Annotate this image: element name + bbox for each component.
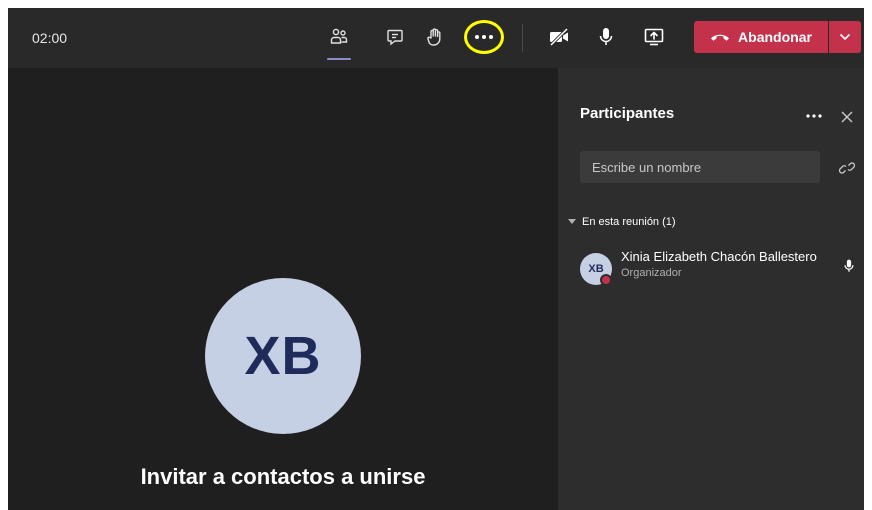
leave-options-button[interactable] <box>829 21 861 53</box>
chat-icon <box>387 29 403 46</box>
meeting-timer: 02:00 <box>32 30 68 46</box>
microphone-toggle-button[interactable] <box>589 20 623 54</box>
microphone-icon <box>844 259 854 272</box>
panel-title: Participantes <box>580 105 675 122</box>
camera-toggle-button[interactable] <box>542 20 576 54</box>
meeting-stage: XB Invitar a contactos a unirse <box>8 68 558 510</box>
participant-name: Xinia Elizabeth Chacón Ballestero <box>621 249 817 264</box>
more-icon <box>806 114 822 118</box>
phone-hangup-icon <box>711 34 730 41</box>
people-icon <box>330 28 348 44</box>
share-invite-link-button[interactable] <box>836 157 858 179</box>
chevron-down-icon <box>839 33 851 41</box>
share-screen-icon <box>644 28 664 46</box>
camera-off-icon <box>549 28 569 46</box>
toolbar-divider <box>522 24 523 52</box>
invite-contacts-text: Invitar a contactos a unirse <box>140 464 426 489</box>
teams-meeting-window: 02:00 Abandonar XB Invitar a contactos a… <box>8 8 864 510</box>
microphone-icon <box>599 28 613 45</box>
caret-down-icon <box>568 219 576 224</box>
active-tab-indicator <box>327 58 351 60</box>
more-icon <box>475 35 493 39</box>
raise-hand-button[interactable] <box>418 20 452 54</box>
close-icon <box>841 111 853 123</box>
more-actions-button[interactable] <box>467 20 501 54</box>
leave-label: Abandonar <box>738 29 812 45</box>
meeting-toolbar: 02:00 Abandonar <box>8 8 864 68</box>
link-icon <box>839 162 855 174</box>
in-meeting-section-toggle[interactable]: En esta reunión (1) <box>568 216 676 228</box>
raise-hand-icon <box>427 28 441 46</box>
leave-meeting-button[interactable]: Abandonar <box>694 21 828 53</box>
chat-button[interactable] <box>378 20 412 54</box>
participant-search-input[interactable] <box>580 151 820 183</box>
participant-role: Organizador <box>621 267 682 279</box>
panel-more-options-button[interactable] <box>802 104 826 128</box>
share-screen-button[interactable] <box>637 20 671 54</box>
participants-panel: Participantes En esta reunión (1) <box>558 68 864 510</box>
presence-status-badge <box>600 274 612 286</box>
participants-button[interactable] <box>322 20 356 60</box>
user-avatar: XB <box>205 278 361 434</box>
participant-row[interactable]: XB Xinia Elizabeth Chacón Ballestero Org… <box>580 248 862 288</box>
section-label: En esta reunión (1) <box>582 216 676 228</box>
close-panel-button[interactable] <box>836 106 858 128</box>
